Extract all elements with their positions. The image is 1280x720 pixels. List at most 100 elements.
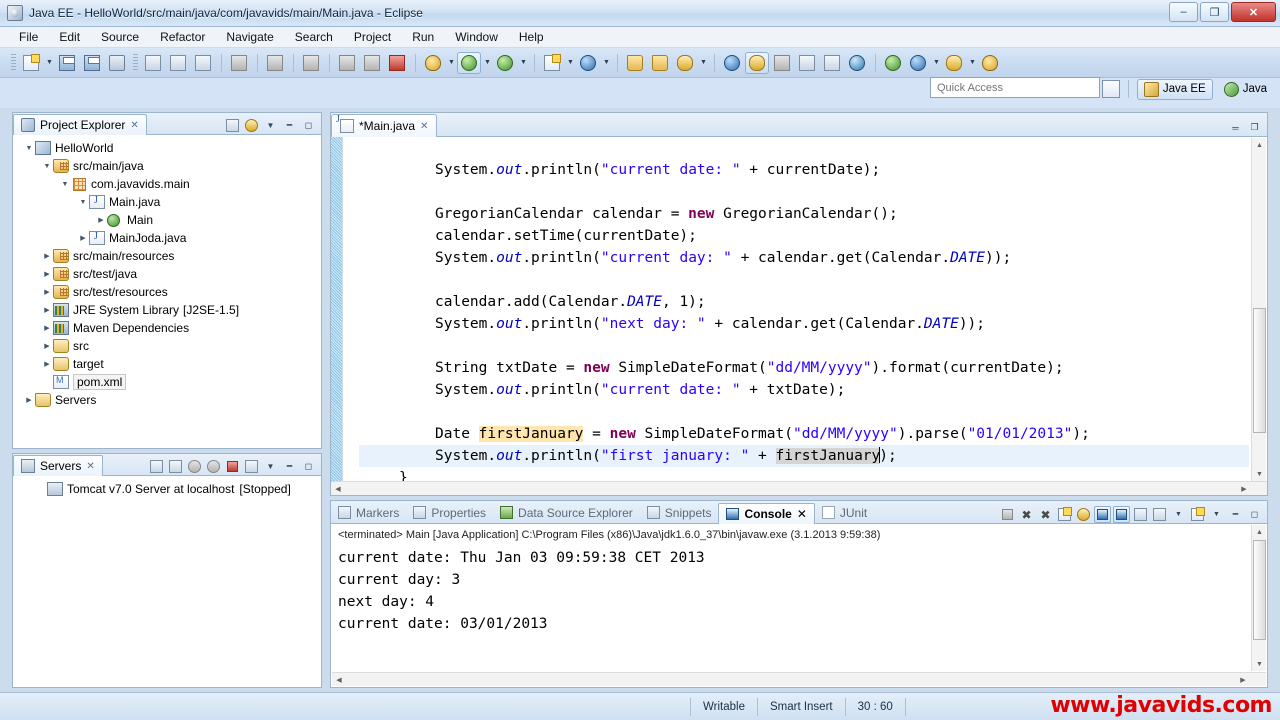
tree-item-src-test-resources[interactable]: ▶ src/test/resources xyxy=(19,283,321,301)
editor-marker-bar[interactable] xyxy=(331,137,343,495)
profile-server-icon[interactable] xyxy=(205,458,222,475)
skip-breakpoints-button[interactable] xyxy=(770,52,794,74)
scroll-left-arrow[interactable]: ◀ xyxy=(331,482,345,495)
minimize-view-icon[interactable]: ━ xyxy=(281,117,298,134)
start-server-icon[interactable] xyxy=(186,458,203,475)
tree-item-package[interactable]: ▼ com.javavids.main xyxy=(19,175,321,193)
refresh-button[interactable] xyxy=(720,52,744,74)
debug-dropdown-arrow[interactable]: ▼ xyxy=(446,52,457,74)
scroll-up-arrow[interactable]: ▲ xyxy=(1252,138,1267,152)
stop-server-icon[interactable] xyxy=(224,458,241,475)
editor-close-icon[interactable]: ✕ xyxy=(420,121,428,132)
menu-window[interactable]: Window xyxy=(446,28,507,46)
maximize-view-icon[interactable]: ◻ xyxy=(300,458,317,475)
maximize-editor-icon[interactable]: ❐ xyxy=(1246,119,1263,136)
display-selected-console-icon[interactable] xyxy=(1151,506,1168,523)
import-button[interactable] xyxy=(906,52,930,74)
console-vertical-scrollbar[interactable]: ▲ ▼ xyxy=(1251,525,1266,671)
maximize-view-icon[interactable]: ◻ xyxy=(300,117,317,134)
twisty-closed-icon[interactable]: ▶ xyxy=(41,324,53,332)
tree-item-src[interactable]: ▶ src xyxy=(19,337,321,355)
menu-edit[interactable]: Edit xyxy=(50,28,89,46)
console-scroll-up-arrow[interactable]: ▲ xyxy=(1252,525,1267,539)
editor-scroll-thumb[interactable] xyxy=(1253,308,1266,433)
close-button[interactable]: ✕ xyxy=(1231,2,1276,22)
publish-icon[interactable] xyxy=(243,458,260,475)
servers-close-icon[interactable]: ✕ xyxy=(86,461,94,472)
pilcrow-button[interactable] xyxy=(820,52,844,74)
remove-all-launches-icon[interactable]: ✖ xyxy=(1037,506,1054,523)
tab-main-java[interactable]: *Main.java ✕ xyxy=(331,114,438,137)
tree-item-maven-dependencies[interactable]: ▶ Maven Dependencies xyxy=(19,319,321,337)
search-dropdown-arrow[interactable]: ▼ xyxy=(601,52,612,74)
server-row-tomcat[interactable]: Tomcat v7.0 Server at localhost [Stopped… xyxy=(19,480,321,498)
collapse-all-icon[interactable] xyxy=(224,117,241,134)
tree-item-pom-xml[interactable]: pom.xml xyxy=(19,373,321,391)
menu-search[interactable]: Search xyxy=(286,28,342,46)
remove-launch-icon[interactable]: ✖ xyxy=(1018,506,1035,523)
console-scroll-down-arrow[interactable]: ▼ xyxy=(1252,657,1267,671)
show-console-on-output-icon[interactable] xyxy=(1094,506,1111,523)
link-with-editor-icon[interactable] xyxy=(243,117,260,134)
undo-button[interactable] xyxy=(227,52,251,74)
import-dropdown-arrow[interactable]: ▼ xyxy=(931,52,942,74)
minimize-console-icon[interactable]: ━ xyxy=(1227,506,1244,523)
editor-folding-column[interactable] xyxy=(344,137,358,495)
run-external-dropdown-arrow[interactable]: ▼ xyxy=(518,52,529,74)
scroll-down-arrow[interactable]: ▼ xyxy=(1252,467,1267,481)
save-button[interactable] xyxy=(55,52,79,74)
twisty-closed-icon[interactable]: ▶ xyxy=(41,252,53,260)
terminate-icon[interactable] xyxy=(999,506,1016,523)
tree-item-helloworld[interactable]: ▼ HelloWorld xyxy=(19,139,321,157)
tree-item-servers[interactable]: ▶ Servers xyxy=(19,391,321,409)
new-wizard-button[interactable] xyxy=(19,52,43,74)
scroll-lock-icon[interactable] xyxy=(1075,506,1092,523)
more-tools-button[interactable] xyxy=(978,52,1002,74)
tab-servers[interactable]: Servers ✕ xyxy=(13,455,103,476)
export-dropdown-arrow[interactable]: ▼ xyxy=(967,52,978,74)
code-text[interactable]: System.out.println("current date: " + cu… xyxy=(359,137,1249,481)
next-annotation-button[interactable] xyxy=(166,52,190,74)
console-horizontal-scrollbar[interactable]: ◀ ▶ xyxy=(332,672,1266,686)
minimize-editor-icon[interactable]: ═ xyxy=(1227,119,1244,136)
perspective-java[interactable]: Java xyxy=(1217,79,1274,100)
tree-item-src-test-java[interactable]: ▶ src/test/java xyxy=(19,265,321,283)
tab-junit[interactable]: JUnit xyxy=(815,502,874,523)
debug-server-icon[interactable] xyxy=(167,458,184,475)
previous-annotation-button[interactable] xyxy=(191,52,215,74)
twisty-open-icon[interactable]: ▼ xyxy=(77,199,89,206)
editor-body[interactable]: System.out.println("current date: " + cu… xyxy=(331,137,1267,495)
tab-snippets[interactable]: Snippets xyxy=(640,502,719,523)
menu-help[interactable]: Help xyxy=(510,28,553,46)
console-scroll-thumb[interactable] xyxy=(1253,540,1266,640)
open-resource-button[interactable] xyxy=(648,52,672,74)
new-annotation-button[interactable] xyxy=(673,52,697,74)
new-annotation-dropdown-arrow[interactable]: ▼ xyxy=(698,52,709,74)
back-button[interactable] xyxy=(299,52,323,74)
servers-tree[interactable]: Tomcat v7.0 Server at localhost [Stopped… xyxy=(13,476,321,498)
project-tree[interactable]: ▼ HelloWorld ▼ src/main/java ▼ com.javav… xyxy=(13,135,321,409)
minimize-button[interactable]: – xyxy=(1169,2,1198,22)
menu-file[interactable]: File xyxy=(10,28,47,46)
menu-refactor[interactable]: Refactor xyxy=(151,28,214,46)
tree-item-jre-system-library[interactable]: ▶ JRE System Library [J2SE-1.5] xyxy=(19,301,321,319)
menu-source[interactable]: Source xyxy=(92,28,148,46)
maximize-console-icon[interactable]: ◻ xyxy=(1246,506,1263,523)
open-task-button[interactable] xyxy=(795,52,819,74)
twisty-closed-icon[interactable]: ▶ xyxy=(77,234,89,242)
twisty-open-icon[interactable]: ▼ xyxy=(23,145,35,152)
tab-markers[interactable]: Markers xyxy=(331,502,406,523)
export-button[interactable] xyxy=(942,52,966,74)
tree-item-main-java[interactable]: ▼ Main.java xyxy=(19,193,321,211)
search-button[interactable] xyxy=(576,52,600,74)
menu-navigate[interactable]: Navigate xyxy=(217,28,282,46)
twisty-closed-icon[interactable]: ▶ xyxy=(95,216,107,224)
debug-button[interactable] xyxy=(421,52,445,74)
project-explorer-close-icon[interactable]: ✕ xyxy=(130,120,138,131)
console-output[interactable]: current date: Thu Jan 03 09:59:38 CET 20… xyxy=(332,547,1251,671)
view-menu-icon[interactable]: ▼ xyxy=(262,458,279,475)
twisty-closed-icon[interactable]: ▶ xyxy=(41,360,53,368)
twisty-open-icon[interactable]: ▼ xyxy=(41,163,53,170)
redo-button[interactable] xyxy=(263,52,287,74)
new-java-project-button[interactable] xyxy=(540,52,564,74)
